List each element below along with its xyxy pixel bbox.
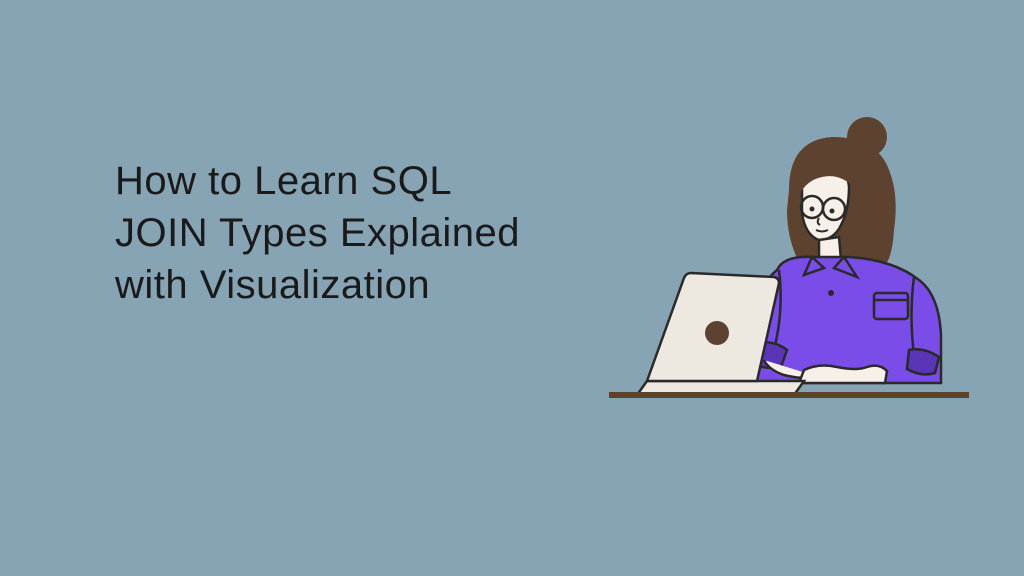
person-at-laptop-illustration: [609, 115, 969, 425]
hero-title: How to Learn SQL JOIN Types Explained wi…: [115, 155, 535, 311]
